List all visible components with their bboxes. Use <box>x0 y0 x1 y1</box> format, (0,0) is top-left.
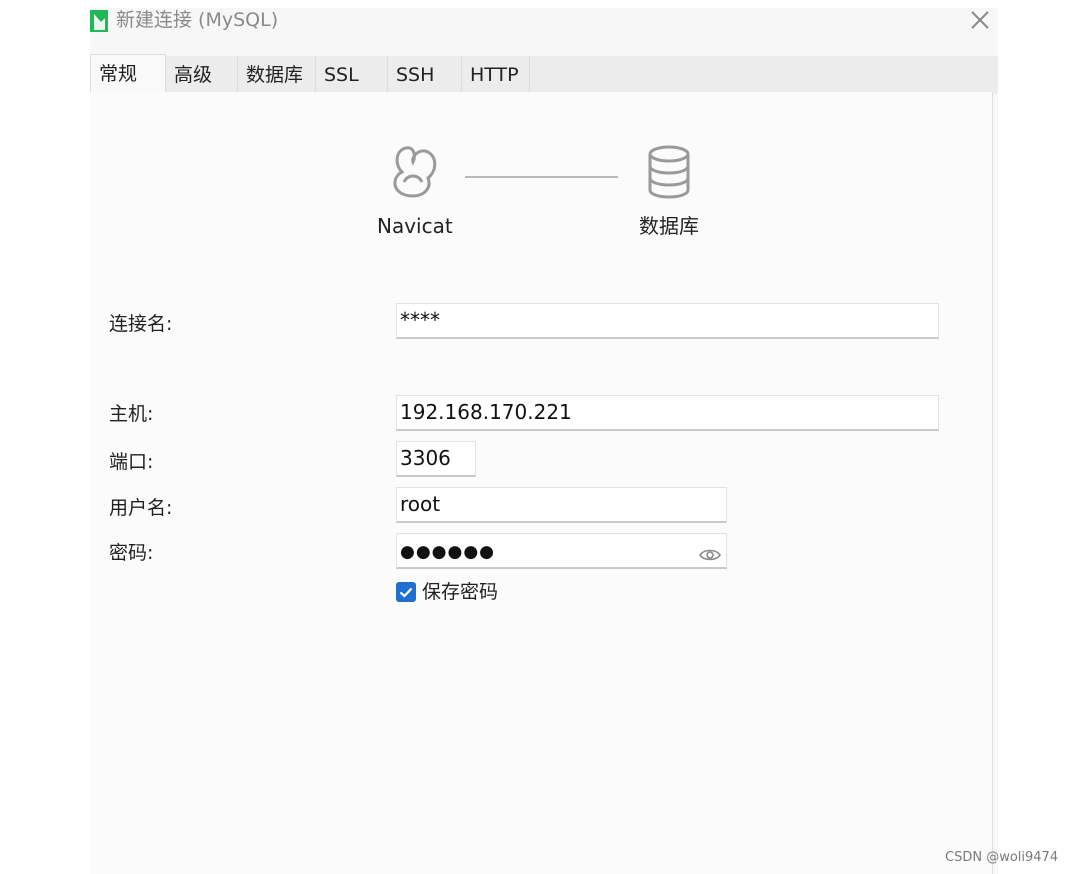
database-icon <box>646 144 692 200</box>
navicat-label: Navicat <box>377 214 453 238</box>
host-input[interactable]: 192.168.170.221 <box>396 395 939 431</box>
watermark: CSDN @woli9474 <box>945 850 1059 865</box>
tab-general[interactable]: 常规 <box>90 54 166 96</box>
database-label: 数据库 <box>639 214 699 238</box>
title-bar: 新建连接 (MySQL) <box>90 8 998 42</box>
username-label: 用户名: <box>109 497 173 519</box>
tab-strip: 常规 高级 数据库 SSL SSH HTTP <box>90 54 998 96</box>
eye-icon[interactable] <box>699 541 721 561</box>
username-input[interactable]: root <box>396 487 727 523</box>
general-panel <box>90 92 993 874</box>
tab-advanced[interactable]: 高级 <box>166 56 238 94</box>
password-value: ●●●●●● <box>400 542 496 562</box>
save-password-checkbox[interactable] <box>396 582 416 602</box>
save-password-label: 保存密码 <box>422 581 499 603</box>
port-label: 端口: <box>109 451 154 473</box>
tab-http[interactable]: HTTP <box>462 56 530 94</box>
connection-name-label: 连接名: <box>109 313 173 335</box>
host-label: 主机: <box>109 403 154 425</box>
connection-dialog: 新建连接 (MySQL) 常规 高级 数据库 SSL SSH HTTP Navi… <box>90 8 998 874</box>
password-input[interactable]: ●●●●●● <box>396 533 727 569</box>
password-label: 密码: <box>109 542 154 564</box>
checkmark-icon <box>399 587 413 598</box>
connection-line <box>465 176 618 178</box>
tab-databases[interactable]: 数据库 <box>238 56 316 94</box>
tab-ssh[interactable]: SSH <box>388 56 462 94</box>
connection-name-input[interactable]: **** <box>396 303 939 339</box>
window-title: 新建连接 (MySQL) <box>116 9 279 31</box>
navicat-app-icon <box>90 10 108 32</box>
port-input[interactable]: 3306 <box>396 441 476 477</box>
tab-ssl[interactable]: SSL <box>316 56 388 94</box>
close-icon <box>971 11 989 29</box>
close-button[interactable] <box>968 8 992 32</box>
navicat-logo-icon <box>384 144 442 200</box>
